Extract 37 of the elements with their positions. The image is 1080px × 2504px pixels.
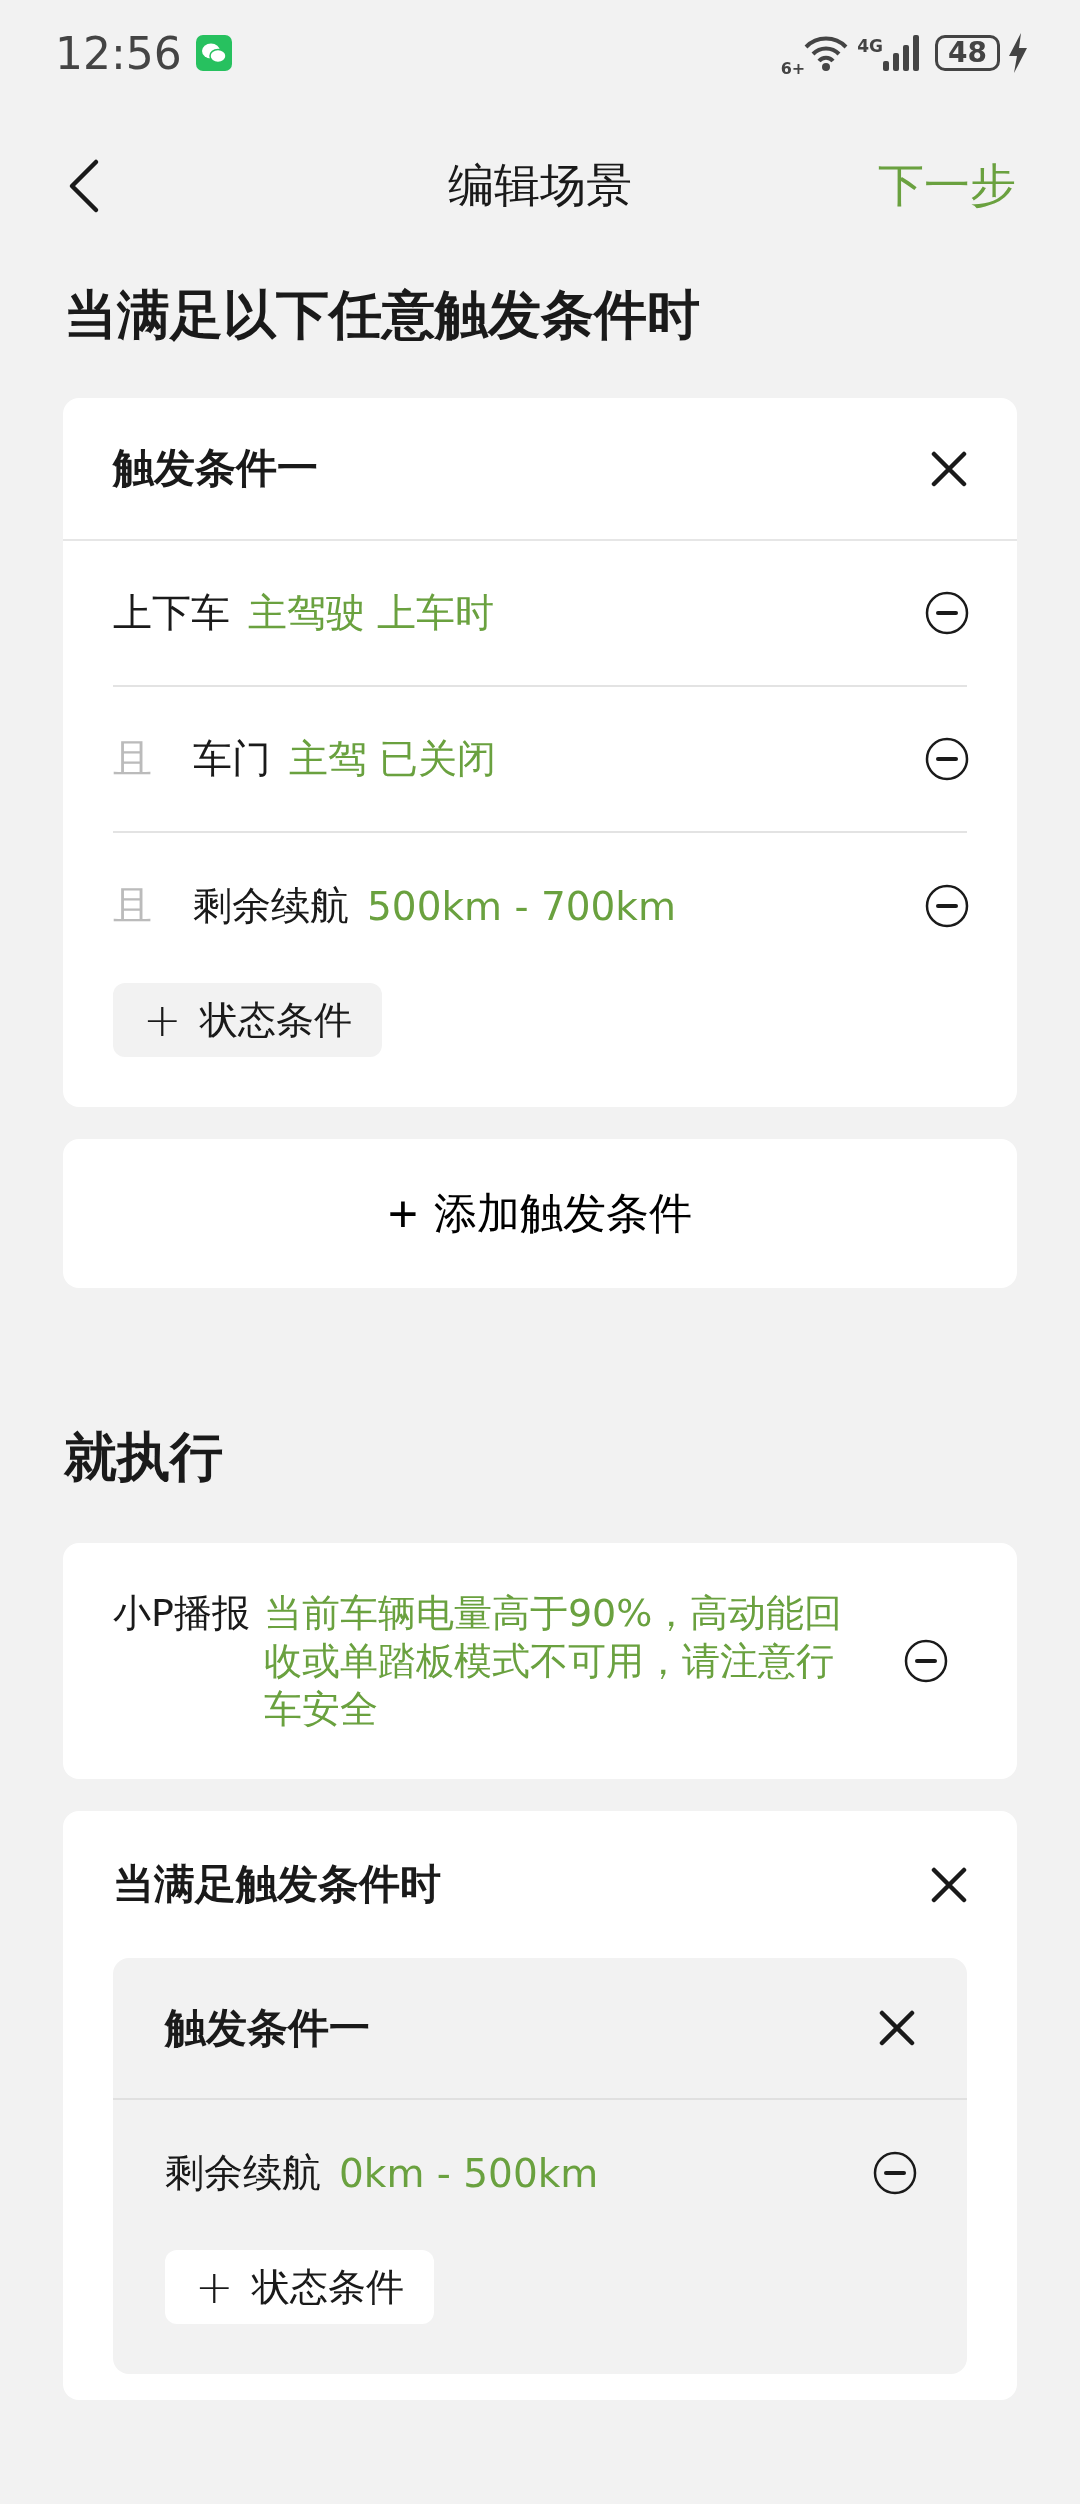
conjunction-label: 且	[113, 882, 153, 930]
condition-value[interactable]: 主驾驶 上车时	[248, 586, 925, 640]
section-heading: 当满足以下任意触发条件时	[63, 283, 701, 347]
wifi-label: 6+	[780, 58, 806, 78]
conjunction-label: 且	[113, 735, 153, 783]
signal-icon	[883, 35, 922, 71]
condition-label: 上下车	[113, 589, 230, 637]
condition-title: 触发条件一	[113, 443, 318, 494]
remove-icon[interactable]	[873, 2151, 917, 2195]
close-icon[interactable]	[931, 450, 967, 487]
close-icon[interactable]	[879, 2010, 915, 2046]
network-label: 4G	[857, 36, 884, 56]
section-heading: 就执行	[63, 1425, 224, 1489]
remove-icon[interactable]	[925, 737, 969, 781]
condition-label: 剩余续航	[193, 882, 349, 930]
action-value[interactable]: 当前车辆电量高于90%，高动能回收或单踏板模式不可用，请注意行车安全	[263, 1589, 864, 1733]
action-label: 小P播报	[113, 1590, 250, 1637]
battery-level: 48	[935, 35, 1000, 71]
condition-value[interactable]: 500km - 700km	[367, 883, 925, 929]
chat-app-icon	[195, 35, 232, 71]
condition-title: 触发条件一	[165, 2002, 370, 2054]
charging-icon	[1008, 33, 1028, 73]
condition-value[interactable]: 主驾 已关闭	[289, 732, 925, 786]
add-state-button[interactable]: + 状态条件	[165, 2250, 434, 2324]
condition-label: 剩余续航	[165, 2149, 321, 2197]
condition-title: 当满足触发条件时	[113, 1859, 441, 1910]
remove-icon[interactable]	[903, 1639, 948, 1683]
next-step-link[interactable]: 下一步	[878, 155, 1016, 217]
remove-icon[interactable]	[925, 591, 969, 635]
condition-label: 车门	[193, 735, 271, 783]
close-icon[interactable]	[931, 1866, 967, 1903]
page-title: 编辑场景	[448, 158, 632, 212]
add-trigger-button[interactable]: + 添加触发条件	[63, 1139, 1017, 1288]
condition-value[interactable]: 0km - 500km	[339, 2150, 873, 2196]
remove-icon[interactable]	[925, 884, 969, 928]
add-state-button[interactable]: + 状态条件	[113, 983, 382, 1057]
clock-time: 12:56	[55, 27, 182, 79]
